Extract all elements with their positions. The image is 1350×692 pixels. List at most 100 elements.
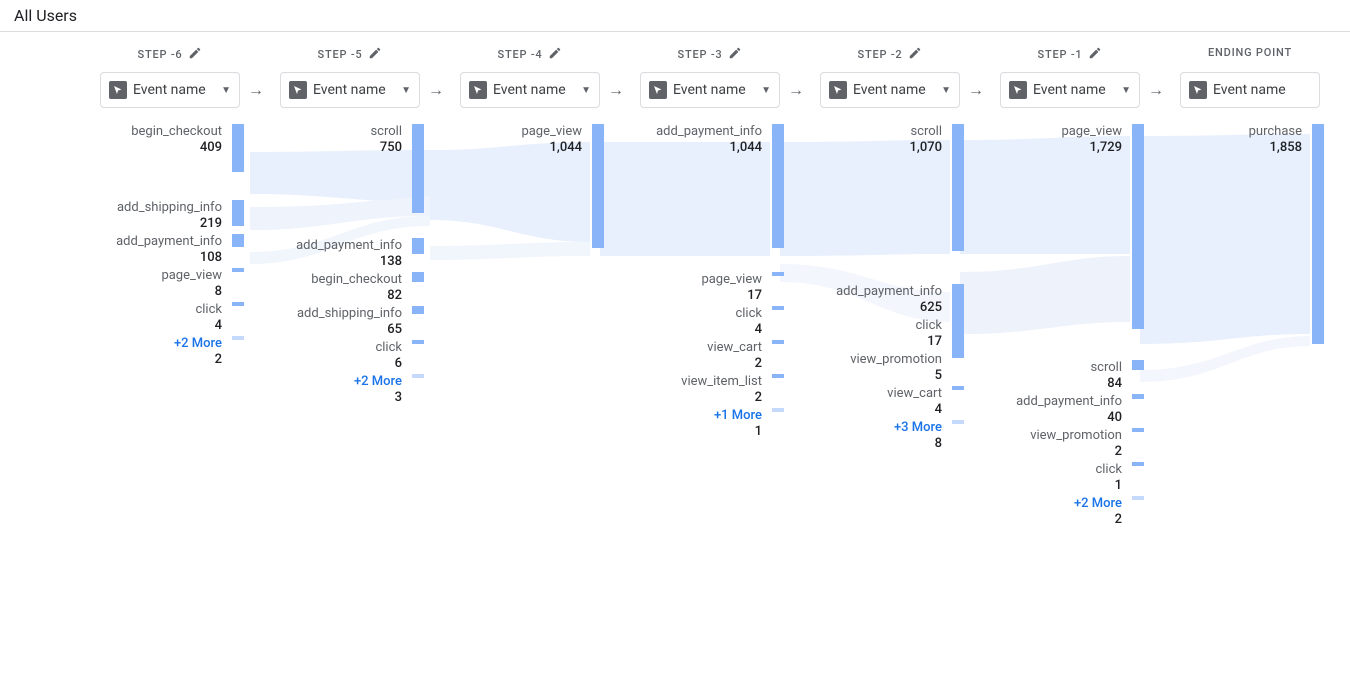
path-node[interactable]: begin_checkout 82 [262,272,402,304]
node-bar[interactable] [232,268,244,272]
dropdown-label: Event name [673,82,755,98]
more-link[interactable]: +2 More 2 [982,496,1122,528]
event-name-dropdown[interactable]: Event name▼ [100,72,240,108]
node-value: 3 [262,390,402,406]
node-bar[interactable] [232,302,244,306]
pencil-icon[interactable] [908,50,922,63]
node-bar[interactable] [952,352,964,356]
node-value: 625 [802,300,942,316]
node-bar[interactable] [1132,428,1144,432]
node-bar[interactable] [952,124,964,251]
path-node[interactable]: click 6 [262,340,402,372]
node-bar[interactable] [232,234,244,247]
more-link[interactable]: +2 More 2 [82,336,222,368]
pencil-icon[interactable] [728,50,742,63]
node-bar[interactable] [1132,496,1144,500]
chevron-down-icon: ▼ [1121,85,1131,96]
node-bar[interactable] [952,420,964,424]
more-link[interactable]: +2 More 3 [262,374,402,406]
node-bar[interactable] [232,336,244,340]
node-value: 4 [802,402,942,418]
path-node[interactable]: page_view 17 [622,272,762,304]
node-label: begin_checkout [82,124,222,140]
step-header-label: STEP -3 [678,48,723,61]
node-value: 8 [802,436,942,452]
node-bar[interactable] [772,306,784,310]
node-value: 8 [82,284,222,300]
path-node[interactable]: add_payment_info 40 [982,394,1122,426]
node-bar[interactable] [952,318,964,322]
node-bar[interactable] [592,124,604,248]
path-node[interactable]: scroll 84 [982,360,1122,392]
node-bar[interactable] [772,124,784,248]
path-node[interactable]: add_shipping_info 65 [262,306,402,338]
path-node[interactable]: click 4 [82,302,222,334]
path-node[interactable]: page_view 1,729 [982,124,1122,156]
path-node[interactable]: view_cart 2 [622,340,762,372]
path-node[interactable]: view_promotion 5 [802,352,942,384]
node-bar[interactable] [412,272,424,282]
pencil-icon[interactable] [548,50,562,63]
node-bar[interactable] [1132,124,1144,329]
path-node[interactable]: page_view 1,044 [442,124,582,156]
node-bar[interactable] [232,200,244,226]
path-node[interactable]: purchase 1,858 [1162,124,1302,156]
event-name-dropdown[interactable]: Event name▼ [1000,72,1140,108]
node-bar[interactable] [412,340,424,344]
more-link[interactable]: +3 More 8 [802,420,942,452]
node-bar[interactable] [232,124,244,172]
node-label: add_shipping_info [82,200,222,216]
path-node[interactable]: scroll 750 [262,124,402,156]
path-node[interactable]: begin_checkout 409 [82,124,222,156]
node-bar[interactable] [952,386,964,390]
dropdown-label: Event name [133,82,215,98]
node-value: 17 [622,288,762,304]
cursor-icon [829,81,847,99]
path-node[interactable]: scroll 1,070 [802,124,942,156]
node-bar[interactable] [772,374,784,378]
node-bar[interactable] [412,238,424,254]
pencil-icon[interactable] [1088,50,1102,63]
node-bar[interactable] [412,374,424,378]
node-bar[interactable] [1132,462,1144,466]
node-bar[interactable] [1132,360,1144,370]
step-header: STEP -3 [620,46,800,63]
node-bar[interactable] [772,408,784,412]
node-bar[interactable] [772,272,784,276]
node-value: 219 [82,216,222,232]
event-name-dropdown[interactable]: Event name▼ [280,72,420,108]
ending-event-dropdown[interactable]: Event name [1180,72,1320,108]
path-node[interactable]: click 1 [982,462,1122,494]
node-label: add_payment_info [82,234,222,250]
node-label: page_view [442,124,582,140]
event-name-dropdown[interactable]: Event name▼ [460,72,600,108]
cursor-icon [1189,81,1207,99]
node-bar[interactable] [1312,124,1324,344]
node-bar[interactable] [412,306,424,314]
node-bar[interactable] [1132,394,1144,399]
cursor-icon [109,81,127,99]
node-value: 2 [982,444,1122,460]
path-node[interactable]: view_item_list 2 [622,374,762,406]
path-node[interactable]: page_view 8 [82,268,222,300]
node-label: click [802,318,942,334]
path-node[interactable]: add_shipping_info 219 [82,200,222,232]
node-bar[interactable] [412,124,424,213]
path-node[interactable]: view_promotion 2 [982,428,1122,460]
path-node[interactable]: click 4 [622,306,762,338]
step-header-label: STEP -4 [498,48,543,61]
path-node[interactable]: add_payment_info 138 [262,238,402,270]
event-name-dropdown[interactable]: Event name▼ [640,72,780,108]
path-node[interactable]: view_cart 4 [802,386,942,418]
node-value: 40 [982,410,1122,426]
node-label: click [622,306,762,322]
pencil-icon[interactable] [368,50,382,63]
more-link[interactable]: +1 More 1 [622,408,762,440]
path-node[interactable]: add_payment_info 1,044 [622,124,762,156]
path-node[interactable]: click 17 [802,318,942,350]
event-name-dropdown[interactable]: Event name▼ [820,72,960,108]
pencil-icon[interactable] [188,50,202,63]
path-node[interactable]: add_payment_info 108 [82,234,222,266]
node-bar[interactable] [772,340,784,344]
path-node[interactable]: add_payment_info 625 [802,284,942,316]
